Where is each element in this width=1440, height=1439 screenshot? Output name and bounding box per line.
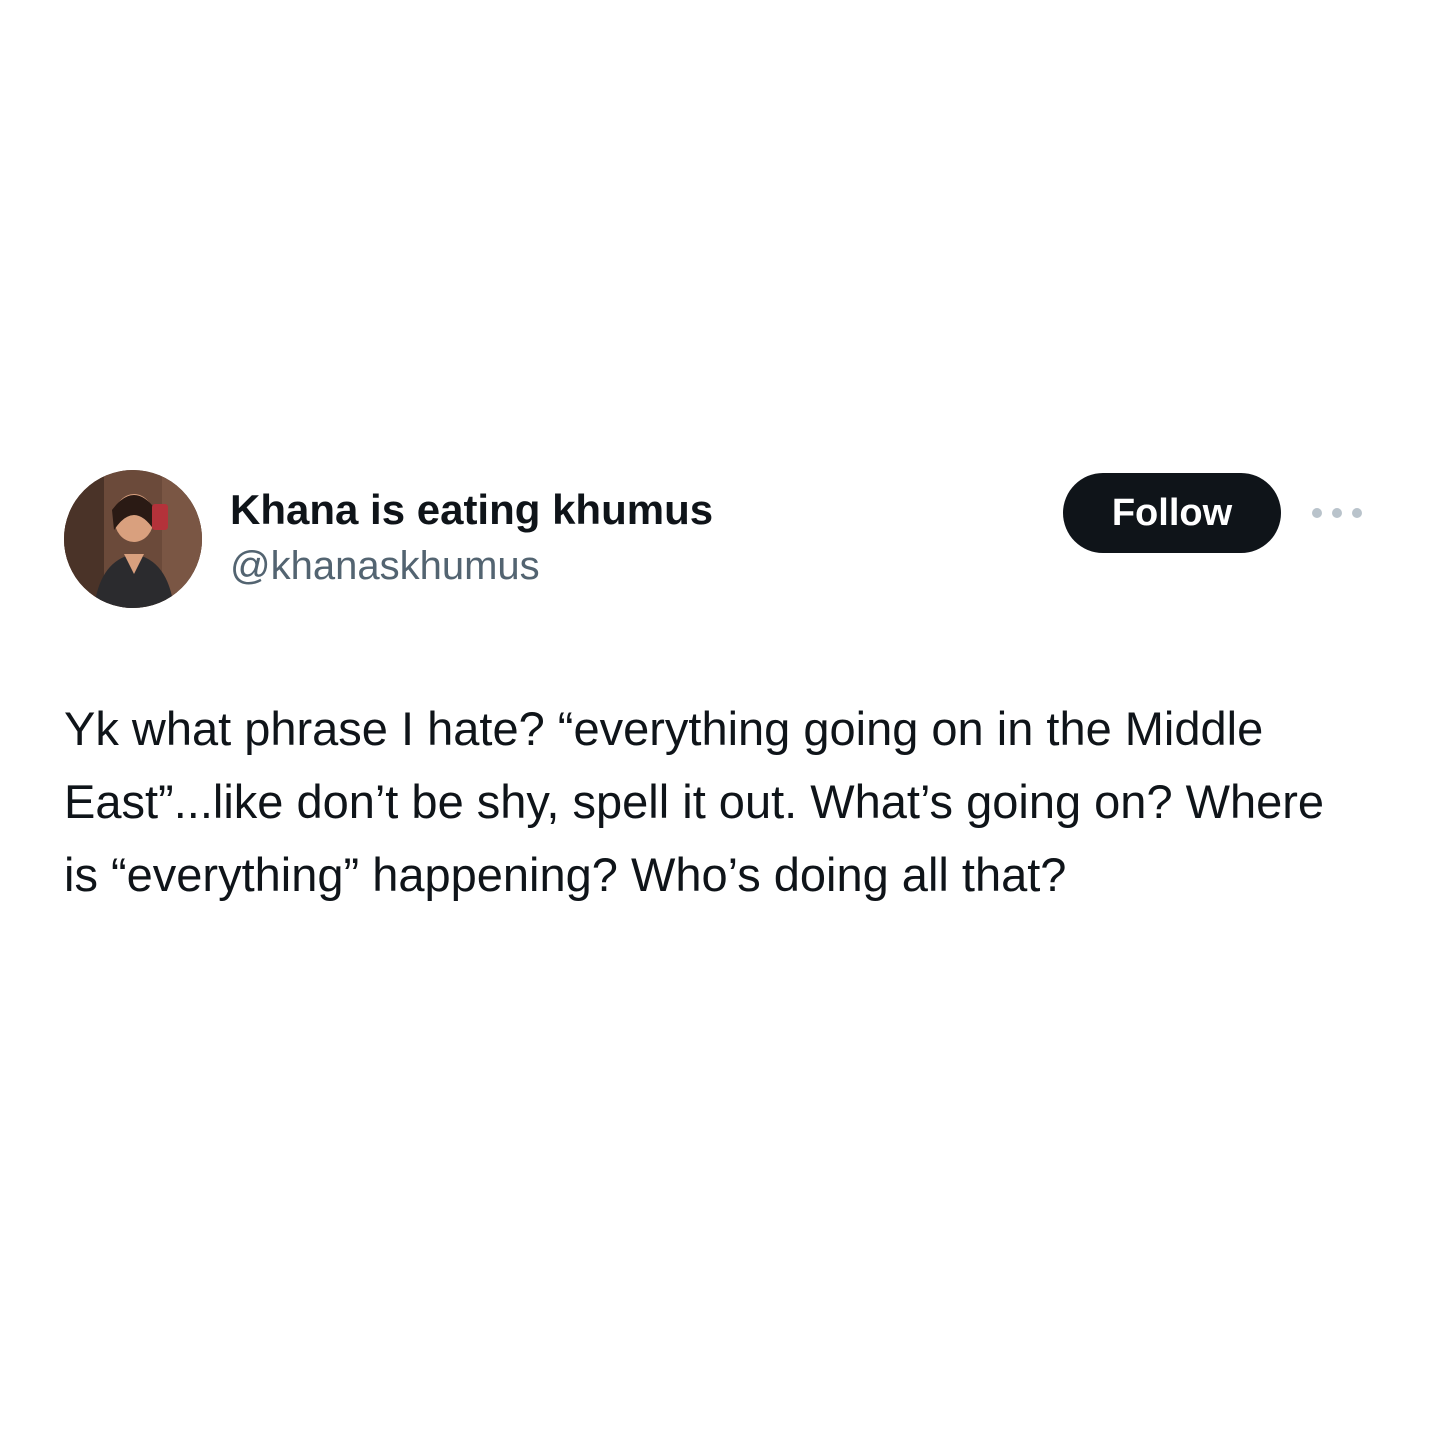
author-display-name[interactable]: Khana is eating khumus	[230, 484, 713, 536]
more-dot	[1312, 508, 1322, 518]
avatar[interactable]	[64, 470, 202, 608]
tweet-text: Yk what phrase I hate? “everything going…	[64, 702, 1325, 901]
tweet-card: Khana is eating khumus @khanaskhumus Fol…	[64, 470, 1376, 901]
tweet-header: Khana is eating khumus @khanaskhumus Fol…	[64, 470, 1376, 610]
more-dot	[1352, 508, 1362, 518]
more-dot	[1332, 508, 1342, 518]
author-handle[interactable]: @khanaskhumus	[230, 540, 713, 592]
follow-button[interactable]: Follow	[1063, 473, 1281, 553]
author-names: Khana is eating khumus @khanaskhumus	[230, 484, 713, 592]
more-options-icon[interactable]	[1312, 500, 1362, 526]
avatar-photo-icon	[64, 470, 202, 608]
